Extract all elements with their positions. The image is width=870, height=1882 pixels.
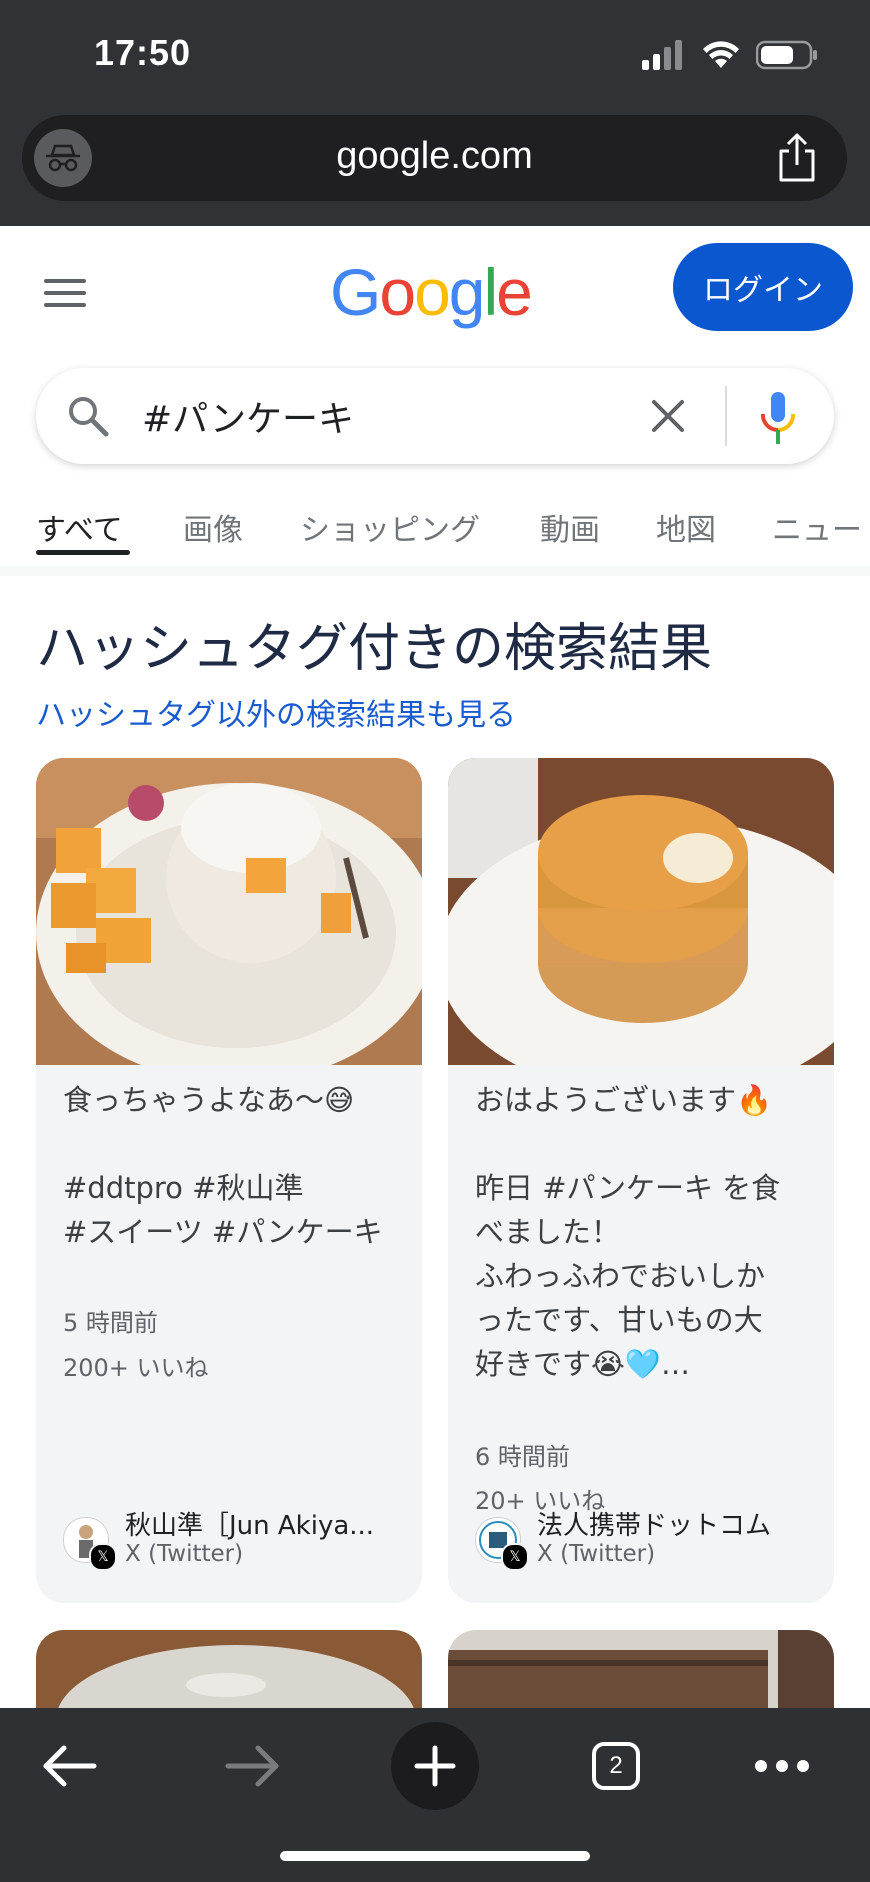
address-bar[interactable]: google.com xyxy=(22,115,847,201)
search-icon[interactable] xyxy=(66,394,110,438)
hamburger-menu-icon[interactable] xyxy=(44,278,86,308)
url-text[interactable]: google.com xyxy=(22,135,847,178)
google-logo-letter: o xyxy=(414,255,451,329)
back-button[interactable] xyxy=(26,1722,114,1810)
storefront-image xyxy=(448,1630,834,1710)
card-time: 5 時間前 xyxy=(63,1309,158,1337)
result-card-image[interactable] xyxy=(448,1630,834,1710)
clear-icon[interactable] xyxy=(648,396,688,436)
cellular-signal-icon xyxy=(642,40,682,70)
more-icon xyxy=(755,1760,809,1772)
card-text: 食っちゃうよなあ〜😅 #ddtpro #秋山準 #スイーツ #パンケーキ xyxy=(63,1083,383,1249)
tabs-separator xyxy=(0,566,870,576)
pancake-stack-image[interactable] xyxy=(448,758,834,1065)
google-logo-letter: o xyxy=(379,255,416,329)
card-likes: 200+ いいね xyxy=(63,1354,209,1382)
back-arrow-icon xyxy=(43,1745,97,1787)
author-source: X (Twitter) xyxy=(537,1541,656,1567)
microphone-icon[interactable] xyxy=(758,390,798,446)
google-logo-letter: g xyxy=(448,255,486,329)
forward-button[interactable] xyxy=(208,1722,296,1810)
tab-all[interactable]: すべて xyxy=(36,505,123,549)
results-heading: ハッシュタグ付きの検索結果 xyxy=(36,619,713,679)
card-author[interactable]: 𝕏 秋山準［Jun Akiya... X (Twitter) xyxy=(63,1505,403,1575)
status-icons xyxy=(642,40,818,70)
tab-count-icon: 2 xyxy=(592,1742,640,1790)
result-card[interactable]: 食っちゃうよなあ〜😅 #ddtpro #秋山準 #スイーツ #パンケーキ 5 時… xyxy=(36,758,422,1603)
forward-arrow-icon xyxy=(225,1745,279,1787)
google-logo-letter: G xyxy=(330,255,381,329)
tab-images[interactable]: 画像 xyxy=(183,505,243,549)
new-tab-button[interactable] xyxy=(391,1722,479,1810)
other-results-link[interactable]: ハッシュタグ以外の検索結果も見る xyxy=(36,690,516,734)
author-name[interactable]: 法人携帯ドットコム xyxy=(537,1505,771,1542)
author-name[interactable]: 秋山準［Jun Akiya... xyxy=(125,1505,374,1542)
battery-icon xyxy=(756,40,817,70)
author-source: X (Twitter) xyxy=(125,1541,244,1567)
search-box[interactable] xyxy=(36,368,834,464)
google-logo[interactable]: Google xyxy=(330,254,533,330)
plus-icon xyxy=(414,1745,456,1787)
search-divider xyxy=(725,386,727,446)
wifi-icon xyxy=(703,41,739,68)
pancake-mango-image[interactable] xyxy=(36,758,422,1065)
browser-top-bar: 17:50 google.com xyxy=(0,0,870,226)
login-button[interactable]: ログイン xyxy=(673,243,853,331)
tab-videos[interactable]: 動画 xyxy=(540,505,600,549)
tab-count: 2 xyxy=(609,1752,623,1779)
tab-switcher-button[interactable]: 2 xyxy=(572,1722,660,1810)
google-logo-letter: l xyxy=(483,255,499,329)
dish-image xyxy=(36,1630,422,1710)
card-text: おはようございます🔥 昨日 #パンケーキ を食 べました！ ふわっふわでおいしか… xyxy=(475,1083,781,1381)
x-logo-icon: 𝕏 xyxy=(501,1543,529,1571)
tab-shopping[interactable]: ショッピング xyxy=(300,505,480,549)
tab-news[interactable]: ニュー xyxy=(772,505,862,549)
more-menu-button[interactable] xyxy=(738,1722,826,1810)
search-input[interactable] xyxy=(142,392,662,440)
card-time: 6 時間前 xyxy=(475,1443,570,1471)
status-time: 17:50 xyxy=(94,32,192,73)
x-logo-icon: 𝕏 xyxy=(89,1543,117,1571)
result-card[interactable]: おはようございます🔥 昨日 #パンケーキ を食 べました！ ふわっふわでおいしか… xyxy=(448,758,834,1603)
home-indicator xyxy=(280,1851,590,1861)
search-tabs: すべて 画像 ショッピング 動画 地図 ニュー xyxy=(0,505,870,563)
active-tab-indicator xyxy=(36,550,130,555)
card-author[interactable]: 𝕏 法人携帯ドットコム X (Twitter) xyxy=(475,1505,815,1575)
tab-maps[interactable]: 地図 xyxy=(656,505,716,549)
google-logo-letter: e xyxy=(496,255,533,329)
share-icon[interactable] xyxy=(775,133,819,183)
result-card-image[interactable] xyxy=(36,1630,422,1710)
